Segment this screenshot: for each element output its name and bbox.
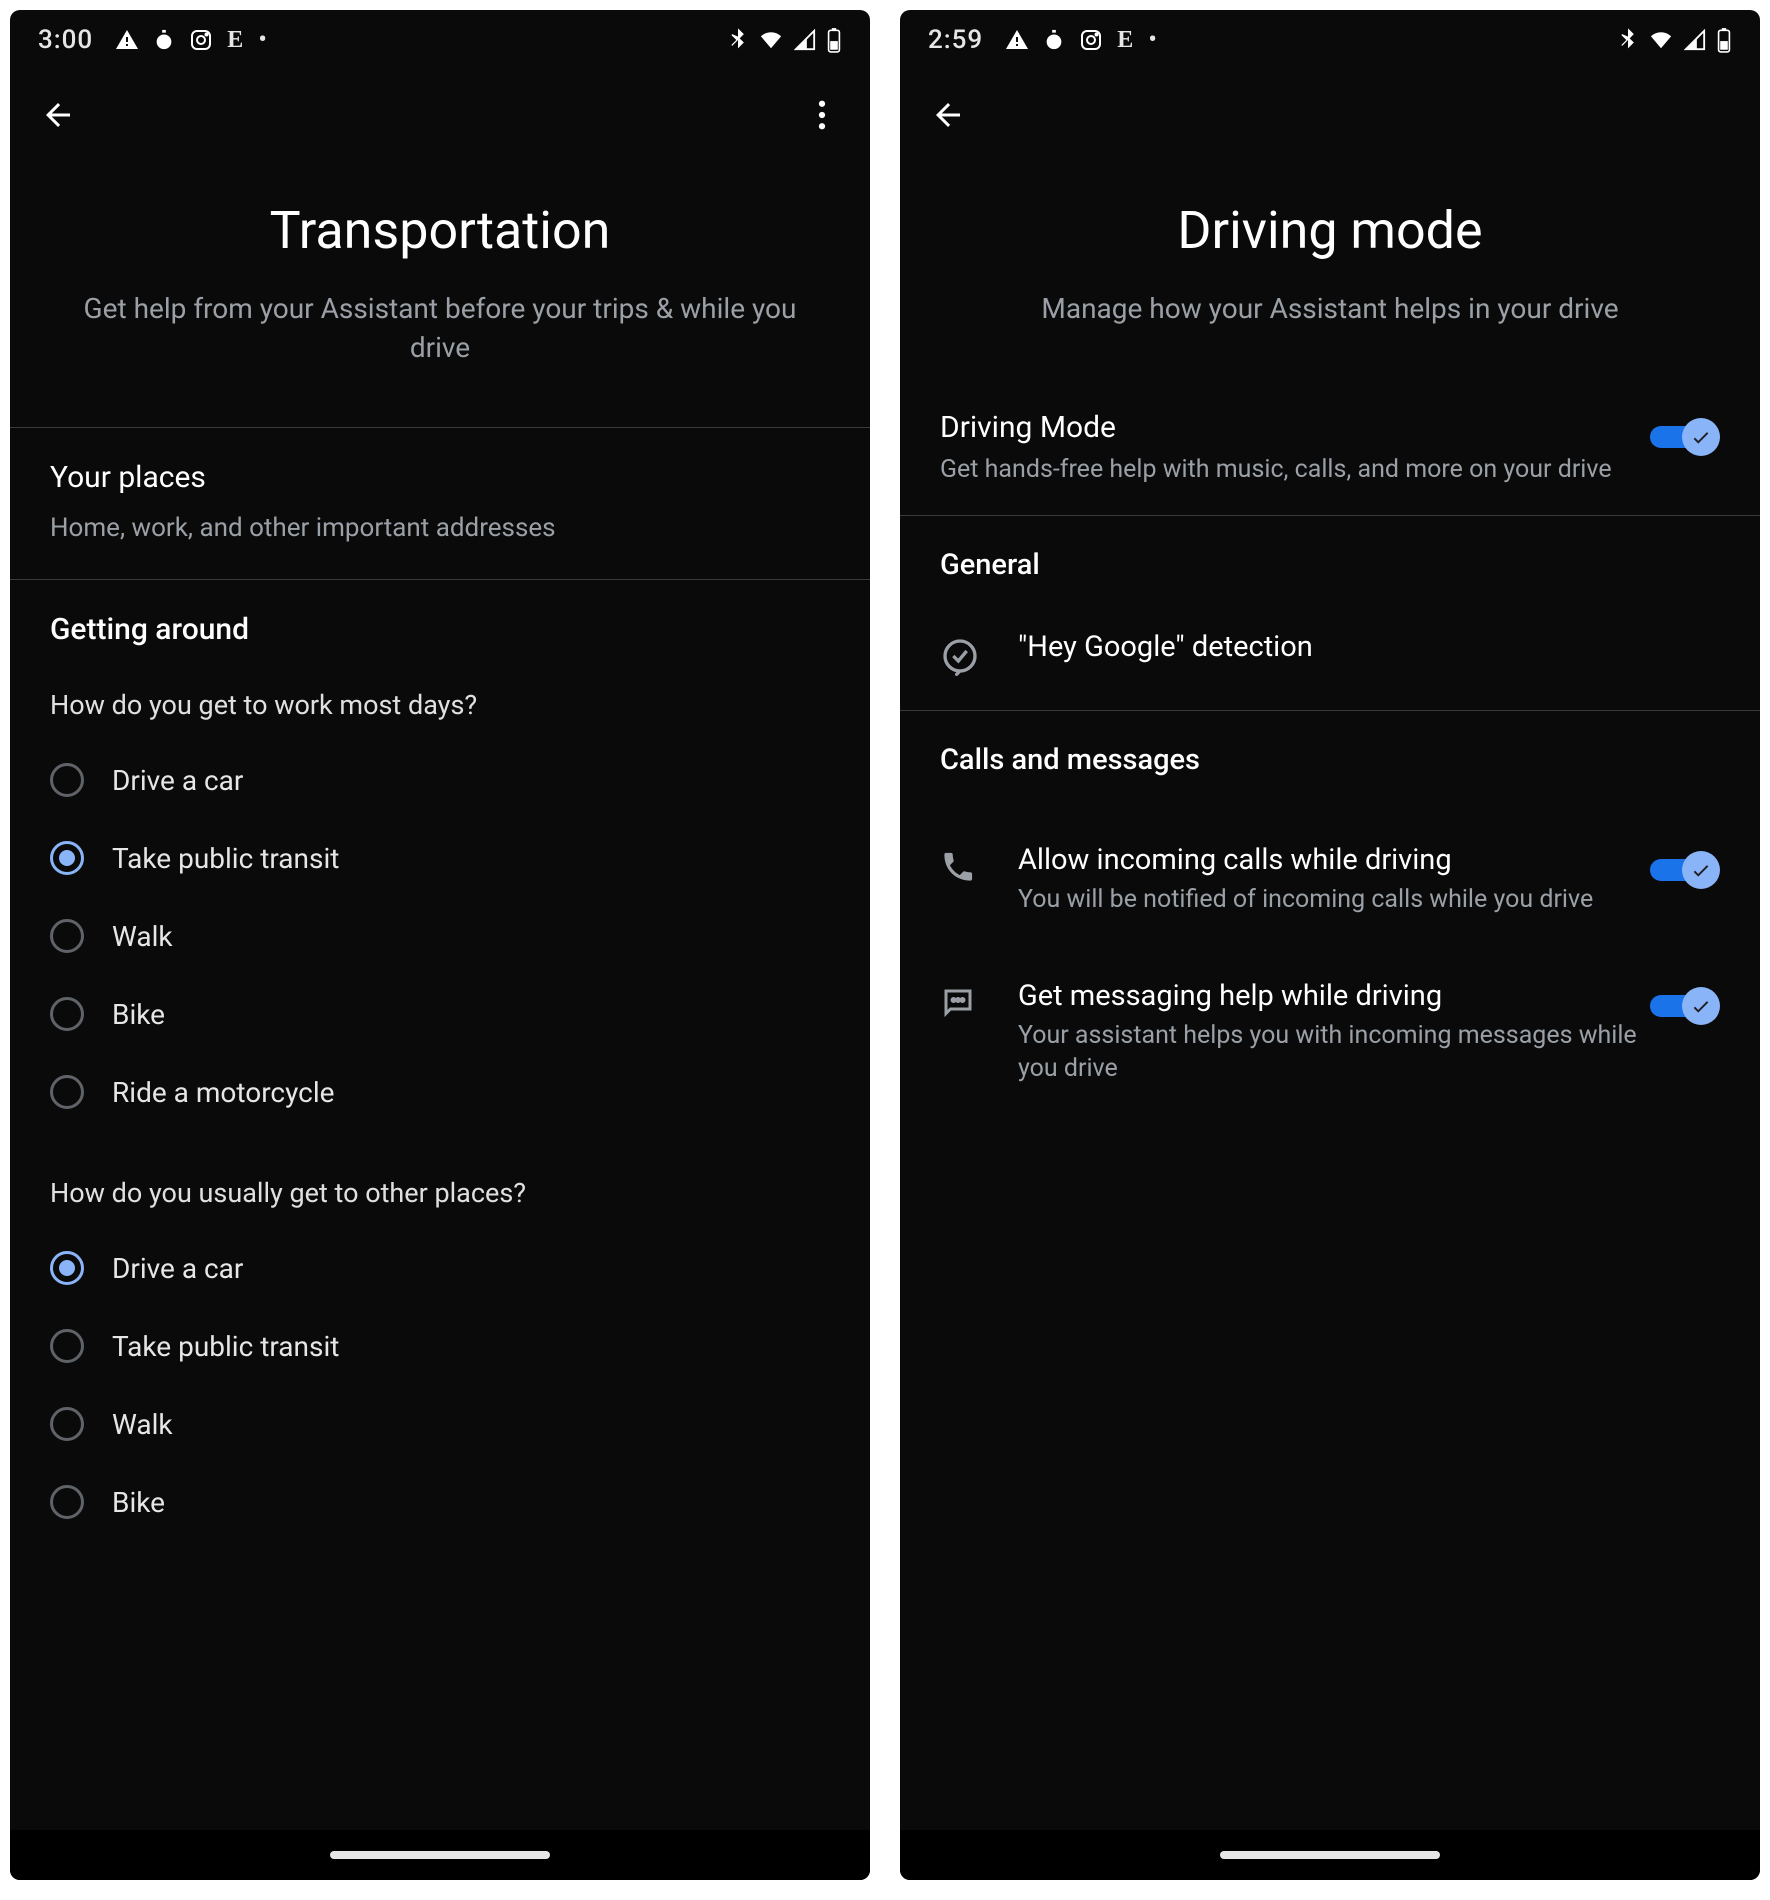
radio-label: Walk bbox=[112, 920, 173, 953]
cell-signal-icon bbox=[1684, 29, 1706, 51]
app-bar bbox=[10, 70, 870, 160]
bluetooth-icon bbox=[728, 28, 748, 52]
radio-bike[interactable]: Bike bbox=[50, 975, 830, 1053]
other-places-question: How do you usually get to other places? bbox=[10, 1147, 870, 1221]
back-button[interactable] bbox=[924, 91, 972, 139]
incoming-calls-title: Allow incoming calls while driving bbox=[1018, 843, 1720, 877]
instagram-icon bbox=[189, 28, 213, 52]
radio-public-transit[interactable]: Take public transit bbox=[50, 1307, 830, 1385]
stopwatch-icon bbox=[1043, 29, 1065, 51]
driving-mode-switch[interactable] bbox=[1650, 418, 1720, 456]
app-bar bbox=[900, 70, 1760, 160]
messaging-help-row[interactable]: Get messaging help while driving Your as… bbox=[900, 947, 1760, 1117]
etsy-icon: E bbox=[227, 27, 244, 54]
hey-google-row[interactable]: "Hey Google" detection bbox=[900, 600, 1760, 710]
radio-label: Ride a motorcycle bbox=[112, 1076, 334, 1109]
radio-label: Take public transit bbox=[112, 842, 339, 875]
battery-icon bbox=[1716, 27, 1732, 53]
other-places-options: Drive a car Take public transit Walk Bik… bbox=[10, 1221, 870, 1557]
assistant-check-icon bbox=[940, 636, 984, 680]
radio-icon bbox=[50, 1407, 84, 1441]
check-icon bbox=[1682, 851, 1720, 889]
message-icon bbox=[940, 985, 984, 1025]
radio-label: Drive a car bbox=[112, 764, 243, 797]
radio-bike[interactable]: Bike bbox=[50, 1463, 830, 1541]
warning-icon bbox=[115, 28, 139, 52]
back-button[interactable] bbox=[34, 91, 82, 139]
etsy-icon: E bbox=[1117, 27, 1134, 54]
overflow-dot-icon: • bbox=[258, 25, 268, 55]
incoming-calls-row[interactable]: Allow incoming calls while driving You w… bbox=[900, 795, 1760, 947]
incoming-calls-switch[interactable] bbox=[1650, 851, 1720, 889]
home-indicator[interactable] bbox=[330, 1851, 550, 1859]
nav-bar bbox=[10, 1830, 870, 1880]
status-bar: 2:59 E • bbox=[900, 10, 1760, 70]
status-time: 2:59 bbox=[928, 25, 983, 55]
wifi-icon bbox=[1648, 29, 1674, 51]
radio-icon bbox=[50, 1075, 84, 1109]
radio-icon bbox=[50, 1251, 84, 1285]
your-places-title: Your places bbox=[50, 460, 830, 495]
instagram-icon bbox=[1079, 28, 1103, 52]
radio-icon bbox=[50, 841, 84, 875]
radio-icon bbox=[50, 1329, 84, 1363]
phone-transportation: 3:00 E • Transportation bbox=[10, 10, 870, 1880]
radio-label: Walk bbox=[112, 1408, 173, 1441]
radio-icon bbox=[50, 1485, 84, 1519]
cell-signal-icon bbox=[794, 29, 816, 51]
nav-bar bbox=[900, 1830, 1760, 1880]
radio-motorcycle[interactable]: Ride a motorcycle bbox=[50, 1053, 830, 1131]
radio-label: Take public transit bbox=[112, 1330, 339, 1363]
page-subtitle: Manage how your Assistant helps in your … bbox=[960, 289, 1700, 328]
radio-icon bbox=[50, 919, 84, 953]
driving-mode-title: Driving Mode bbox=[940, 410, 1630, 445]
work-commute-question: How do you get to work most days? bbox=[10, 659, 870, 733]
getting-around-header: Getting around bbox=[50, 612, 830, 647]
your-places-sub: Home, work, and other important addresse… bbox=[50, 513, 830, 543]
messaging-help-switch[interactable] bbox=[1650, 987, 1720, 1025]
radio-drive-car[interactable]: Drive a car bbox=[50, 741, 830, 819]
bluetooth-icon bbox=[1618, 28, 1638, 52]
page-subtitle: Get help from your Assistant before your… bbox=[70, 289, 810, 367]
stopwatch-icon bbox=[153, 29, 175, 51]
more-button[interactable] bbox=[798, 91, 846, 139]
driving-mode-toggle-row[interactable]: Driving Mode Get hands-free help with mu… bbox=[900, 388, 1760, 515]
status-time: 3:00 bbox=[38, 25, 93, 55]
home-indicator[interactable] bbox=[1220, 1851, 1440, 1859]
phone-icon bbox=[940, 849, 984, 889]
work-commute-options: Drive a car Take public transit Walk Bik… bbox=[10, 733, 870, 1147]
check-icon bbox=[1682, 418, 1720, 456]
radio-icon bbox=[50, 997, 84, 1031]
phone-driving-mode: 2:59 E • Driving mode Manage how your As… bbox=[900, 10, 1760, 1880]
battery-icon bbox=[826, 27, 842, 53]
radio-walk[interactable]: Walk bbox=[50, 1385, 830, 1463]
radio-walk[interactable]: Walk bbox=[50, 897, 830, 975]
overflow-dot-icon: • bbox=[1148, 25, 1158, 55]
driving-mode-sub: Get hands-free help with music, calls, a… bbox=[940, 453, 1630, 487]
check-icon bbox=[1682, 987, 1720, 1025]
messaging-help-sub: Your assistant helps you with incoming m… bbox=[1018, 1019, 1720, 1087]
radio-public-transit[interactable]: Take public transit bbox=[50, 819, 830, 897]
warning-icon bbox=[1005, 28, 1029, 52]
incoming-calls-sub: You will be notified of incoming calls w… bbox=[1018, 883, 1720, 917]
radio-label: Drive a car bbox=[112, 1252, 243, 1285]
your-places-row[interactable]: Your places Home, work, and other import… bbox=[10, 428, 870, 579]
radio-drive-car[interactable]: Drive a car bbox=[50, 1229, 830, 1307]
page-title: Transportation bbox=[70, 200, 810, 261]
wifi-icon bbox=[758, 29, 784, 51]
calls-messages-label: Calls and messages bbox=[900, 711, 1760, 795]
hey-google-title: "Hey Google" detection bbox=[1018, 630, 1720, 664]
messaging-help-title: Get messaging help while driving bbox=[1018, 979, 1720, 1013]
radio-label: Bike bbox=[112, 1486, 165, 1519]
status-bar: 3:00 E • bbox=[10, 10, 870, 70]
general-label: General bbox=[900, 516, 1760, 600]
page-title: Driving mode bbox=[960, 200, 1700, 261]
radio-label: Bike bbox=[112, 998, 165, 1031]
radio-icon bbox=[50, 763, 84, 797]
